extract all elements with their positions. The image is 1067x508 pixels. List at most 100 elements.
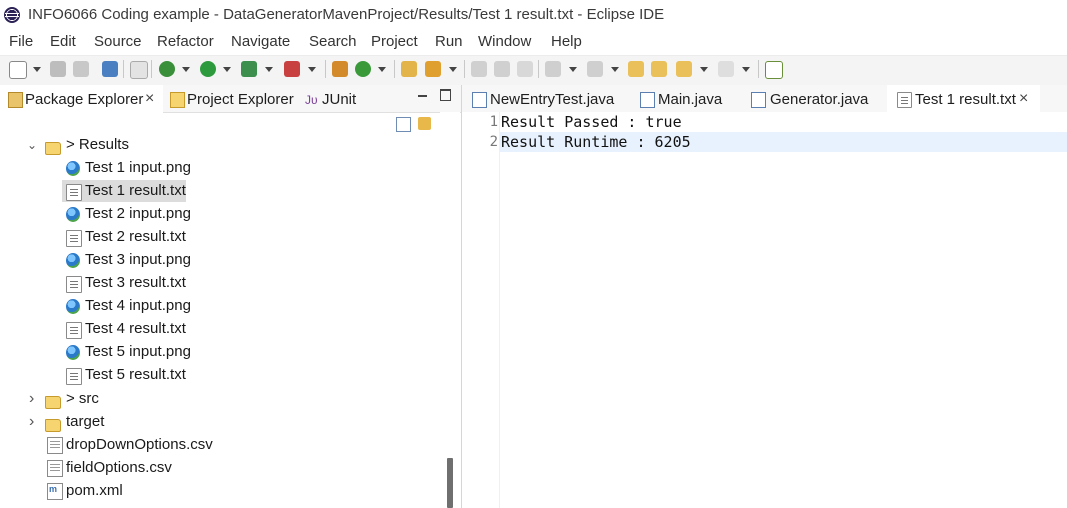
toolbar-separator bbox=[151, 60, 152, 78]
text-file-icon bbox=[66, 230, 82, 247]
debug-dropdown-arrow[interactable] bbox=[182, 67, 190, 72]
run-icon[interactable] bbox=[200, 61, 216, 77]
tree-item[interactable]: Test 3 result.txt bbox=[85, 272, 186, 294]
skip-breakpoints-icon[interactable] bbox=[130, 61, 148, 79]
tree-folder-src[interactable]: > src bbox=[66, 388, 99, 410]
external-tools-icon[interactable] bbox=[284, 61, 300, 77]
tree-item[interactable]: pom.xml bbox=[66, 480, 123, 502]
toggle-mark-occurrences-icon[interactable] bbox=[471, 61, 487, 77]
new-class-dropdown-arrow[interactable] bbox=[378, 67, 386, 72]
tab-new-entry-test[interactable]: NewEntryTest.java bbox=[490, 91, 614, 108]
tree-item[interactable]: Test 4 result.txt bbox=[85, 318, 186, 340]
external-tools-dropdown-arrow[interactable] bbox=[308, 67, 316, 72]
close-icon[interactable]: × bbox=[145, 90, 154, 108]
toggle-block-selection-icon[interactable] bbox=[494, 61, 510, 77]
menu-run[interactable]: Run bbox=[435, 33, 463, 50]
minimize-icon[interactable] bbox=[418, 95, 427, 97]
debug-icon[interactable] bbox=[159, 61, 175, 77]
chevron-down-icon[interactable]: ⌄ bbox=[27, 138, 37, 152]
menu-search[interactable]: Search bbox=[309, 33, 357, 50]
window-title: INFO6066 Coding example - DataGeneratorM… bbox=[28, 6, 665, 23]
text-file-icon bbox=[66, 322, 82, 339]
show-whitespace-icon[interactable] bbox=[517, 61, 533, 77]
save-all-icon[interactable] bbox=[73, 61, 89, 77]
tab-test-1-result[interactable]: Test 1 result.txt bbox=[915, 91, 1016, 108]
editor-line[interactable]: Result Passed : true bbox=[501, 113, 682, 131]
menu-project[interactable]: Project bbox=[371, 33, 418, 50]
tree-item[interactable]: Test 3 input.png bbox=[85, 249, 191, 271]
text-file-icon bbox=[66, 368, 82, 385]
toolbar-separator bbox=[758, 60, 759, 78]
tab-package-explorer-label[interactable]: Package Explorer bbox=[25, 91, 143, 108]
open-type-icon[interactable] bbox=[401, 61, 417, 77]
new-icon[interactable] bbox=[9, 61, 27, 79]
tab-generator[interactable]: Generator.java bbox=[770, 91, 868, 108]
tree-item[interactable]: dropDownOptions.csv bbox=[66, 434, 213, 456]
menu-window[interactable]: Window bbox=[478, 33, 531, 50]
new-java-class-icon[interactable] bbox=[355, 61, 371, 77]
menu-file[interactable]: File bbox=[9, 33, 33, 50]
last-edit-location-icon[interactable] bbox=[628, 61, 644, 77]
tree-item[interactable]: fieldOptions.csv bbox=[66, 457, 172, 479]
tree-item[interactable]: Test 5 input.png bbox=[85, 341, 191, 363]
java-file-icon bbox=[472, 92, 487, 108]
terminal-icon[interactable] bbox=[102, 61, 118, 77]
scrollbar-track[interactable] bbox=[440, 112, 460, 508]
forward-edit-location-icon[interactable] bbox=[651, 61, 667, 77]
maven-pom-icon bbox=[47, 483, 63, 500]
tab-main[interactable]: Main.java bbox=[658, 91, 722, 108]
maximize-icon[interactable] bbox=[440, 89, 451, 101]
toolbar-separator bbox=[123, 60, 124, 78]
toolbar-separator bbox=[464, 60, 465, 78]
chevron-right-icon[interactable]: › bbox=[29, 413, 34, 431]
tree-item[interactable]: Test 4 input.png bbox=[85, 295, 191, 317]
tree-item[interactable]: Test 2 result.txt bbox=[85, 226, 186, 248]
forward-icon[interactable] bbox=[718, 61, 734, 77]
tree-item-selected[interactable]: Test 1 result.txt bbox=[85, 180, 186, 202]
tree-item[interactable]: Test 5 result.txt bbox=[85, 364, 186, 386]
tree-item[interactable]: Test 1 input.png bbox=[85, 157, 191, 179]
menu-refactor[interactable]: Refactor bbox=[157, 33, 214, 50]
tab-project-explorer[interactable]: Project Explorer bbox=[187, 91, 294, 108]
editor-line[interactable]: Result Runtime : 6205 bbox=[501, 133, 691, 151]
back-icon[interactable] bbox=[676, 61, 692, 77]
text-file-icon bbox=[66, 184, 82, 201]
run-dropdown-arrow[interactable] bbox=[223, 67, 231, 72]
tree-item[interactable]: Test 2 input.png bbox=[85, 203, 191, 225]
image-file-icon bbox=[66, 207, 80, 222]
back-dropdown-arrow[interactable] bbox=[700, 67, 708, 72]
tab-junit[interactable]: JUnit bbox=[322, 91, 356, 108]
toolbar-separator bbox=[325, 60, 326, 78]
coverage-dropdown-arrow[interactable] bbox=[265, 67, 273, 72]
menu-help[interactable]: Help bbox=[551, 33, 582, 50]
forward-dropdown-arrow[interactable] bbox=[742, 67, 750, 72]
previous-annotation-icon[interactable] bbox=[587, 61, 603, 77]
open-perspective-icon[interactable] bbox=[765, 61, 783, 79]
next-annotation-dropdown-arrow[interactable] bbox=[569, 67, 577, 72]
menu-navigate[interactable]: Navigate bbox=[231, 33, 290, 50]
new-dropdown-arrow[interactable] bbox=[33, 67, 41, 72]
next-annotation-icon[interactable] bbox=[545, 61, 561, 77]
text-file-icon bbox=[66, 276, 82, 293]
tree-folder-results[interactable]: > Results bbox=[66, 134, 129, 156]
toolbar-separator bbox=[538, 60, 539, 78]
collapse-all-icon[interactable] bbox=[396, 117, 411, 132]
close-icon[interactable]: × bbox=[1019, 90, 1028, 108]
java-file-icon bbox=[640, 92, 655, 108]
link-with-editor-icon[interactable] bbox=[418, 117, 431, 130]
text-editor[interactable] bbox=[462, 112, 1067, 508]
new-java-package-icon[interactable] bbox=[332, 61, 348, 77]
junit-icon: Jᴜ bbox=[305, 93, 318, 107]
search-icon[interactable] bbox=[425, 61, 441, 77]
scrollbar-thumb[interactable] bbox=[447, 458, 453, 508]
tree-folder-target[interactable]: target bbox=[66, 411, 104, 433]
menu-source[interactable]: Source bbox=[94, 33, 142, 50]
chevron-right-icon[interactable]: › bbox=[29, 390, 34, 408]
menu-edit[interactable]: Edit bbox=[50, 33, 76, 50]
previous-annotation-dropdown-arrow[interactable] bbox=[611, 67, 619, 72]
csv-file-icon bbox=[47, 437, 63, 454]
search-dropdown-arrow[interactable] bbox=[449, 67, 457, 72]
save-icon[interactable] bbox=[50, 61, 66, 77]
coverage-icon[interactable] bbox=[241, 61, 257, 77]
toolbar-separator bbox=[394, 60, 395, 78]
